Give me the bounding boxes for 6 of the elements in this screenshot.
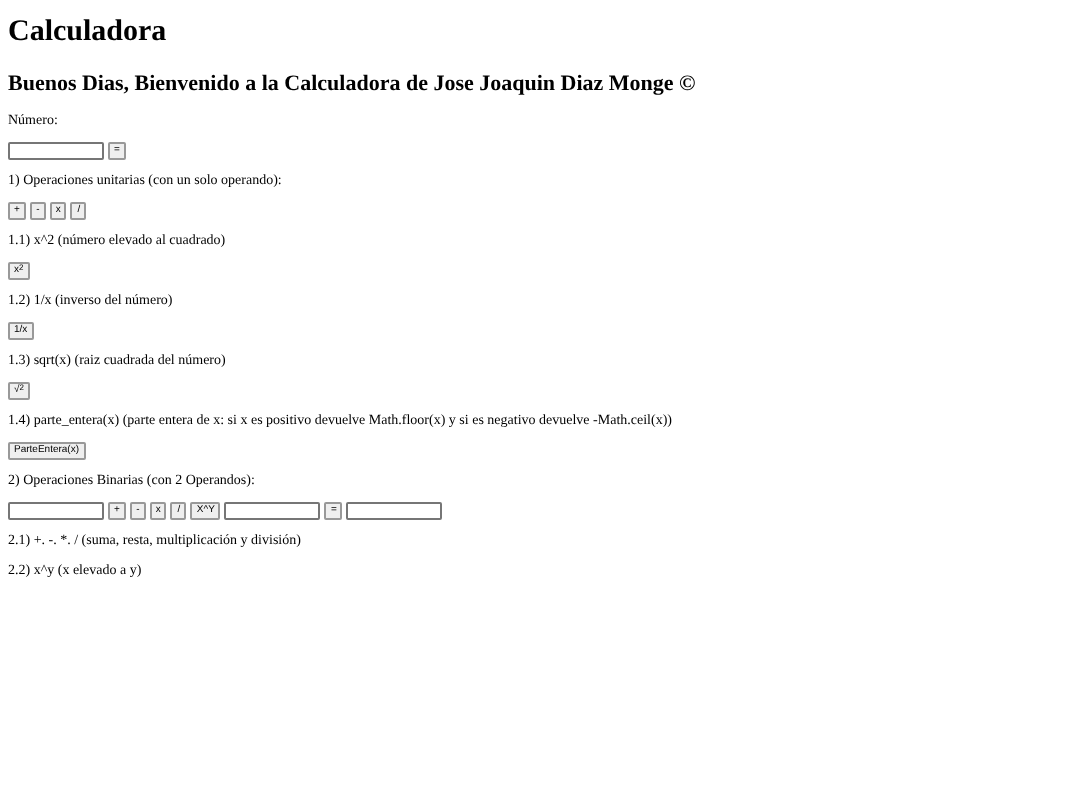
number-field[interactable] (8, 142, 104, 160)
page-title: Calculadora (8, 14, 169, 50)
number-field[interactable] (346, 502, 443, 520)
welcome-heading: Buenos Dias, Bienvenido a la Calculadora de Jose Joaquin Diaz Monge © (8, 70, 698, 98)
number-field[interactable] (224, 502, 321, 520)
number-field[interactable] (8, 502, 104, 520)
